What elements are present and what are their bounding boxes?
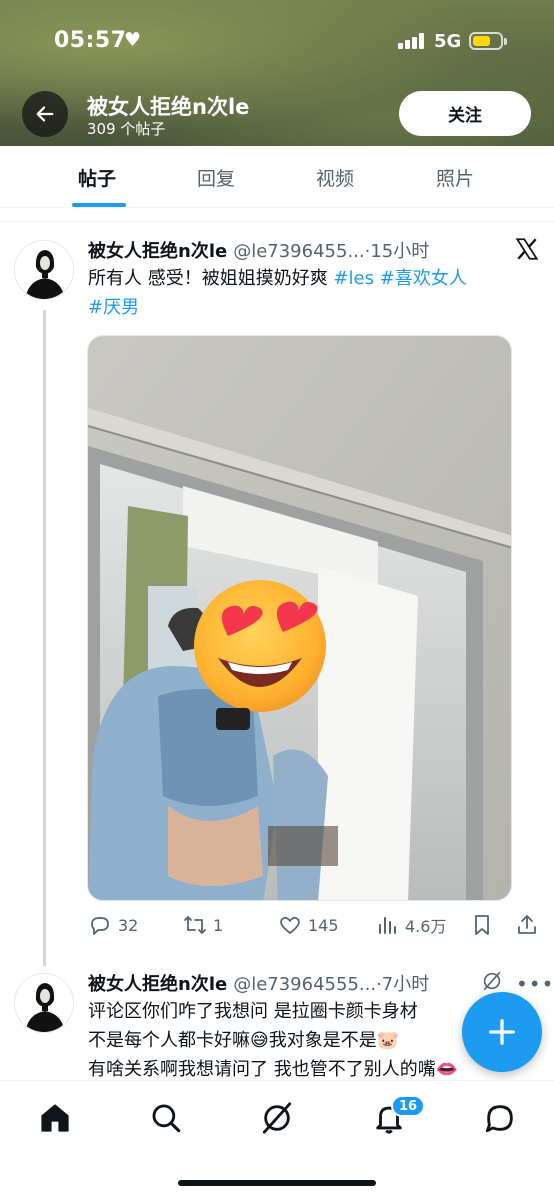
like-count: 145 <box>308 915 339 935</box>
compose-button[interactable] <box>462 992 542 1072</box>
post-handle[interactable]: @le73964555... <box>233 974 376 995</box>
post-image[interactable] <box>87 335 512 901</box>
follow-button[interactable]: 关注 <box>399 91 531 136</box>
network-type: 5G <box>434 31 462 52</box>
post-body: 所有人 感受！被姐姐摸奶好爽 #les #喜欢女人 #厌男 <box>88 264 533 322</box>
reply-count: 32 <box>118 915 139 935</box>
post-action-bar: 32 1 145 4.6万 <box>0 905 554 945</box>
post-time[interactable]: ·15小时 <box>365 241 430 262</box>
active-tab-indicator <box>72 203 126 207</box>
post-author[interactable]: 被女人拒绝n次le <box>88 974 227 995</box>
repost-button[interactable]: 1 <box>183 913 223 937</box>
repost-count: 1 <box>213 915 224 935</box>
tab-videos[interactable]: 视频 <box>316 164 354 191</box>
nav-grok[interactable] <box>260 1101 294 1135</box>
post-handle[interactable]: @le7396455... <box>233 241 364 262</box>
share-icon <box>518 915 536 934</box>
home-indicator[interactable] <box>178 1180 376 1186</box>
post-text-line: 不是每个人都卡好嘛😅我对象是不是🐷 <box>88 1030 400 1051</box>
section-divider <box>0 208 554 222</box>
tab-replies[interactable]: 回复 <box>197 164 235 191</box>
analytics-icon <box>379 917 396 934</box>
bookmark-icon <box>475 915 489 935</box>
nav-messages[interactable] <box>483 1101 517 1135</box>
more-options-icon[interactable]: ••• <box>516 972 554 996</box>
tab-photos[interactable]: 照片 <box>436 164 474 191</box>
status-time: 05:57 <box>54 28 127 53</box>
hashtag-link[interactable]: #les <box>333 268 374 289</box>
avatar[interactable] <box>14 240 74 300</box>
notification-badge: 16 <box>391 1095 426 1117</box>
profile-tabs: 帖子 回复 视频 照片 <box>0 146 554 208</box>
post-body: 评论区你们咋了我想问 是拉圈卡颜卡身材 不是每个人都卡好嘛😅我对象是不是🐷 有啥… <box>88 997 518 1084</box>
battery-icon <box>469 32 507 50</box>
hashtag-link[interactable]: #厌男 <box>88 297 139 318</box>
heart-icon: ♥ <box>124 29 142 51</box>
avatar[interactable] <box>14 973 74 1033</box>
profile-name: 被女人拒绝n次le <box>87 95 250 119</box>
share-button[interactable] <box>515 913 545 937</box>
message-icon <box>485 1105 513 1133</box>
thread-connector <box>43 310 46 966</box>
status-bar: 05:57 ♥ 5G <box>0 0 554 84</box>
plus-icon <box>489 1019 515 1045</box>
mirror-selfie-photo <box>88 336 511 900</box>
nav-home[interactable] <box>38 1101 72 1135</box>
x-logo-icon[interactable] <box>514 236 540 262</box>
post-text: 所有人 感受！被姐姐摸奶好爽 <box>88 268 334 289</box>
like-button[interactable]: 145 <box>278 913 339 937</box>
arrow-left-icon <box>36 106 54 122</box>
tab-posts[interactable]: 帖子 <box>78 164 116 191</box>
post-count: 309 个帖子 <box>87 120 166 138</box>
post-time[interactable]: ·7小时 <box>376 974 429 995</box>
back-button[interactable] <box>22 91 68 137</box>
home-icon <box>41 1104 69 1132</box>
nav-search[interactable] <box>149 1101 183 1135</box>
grok-icon[interactable] <box>481 970 503 992</box>
heart-outline-icon <box>280 916 300 934</box>
grok-icon <box>262 1102 292 1134</box>
reply-button[interactable]: 32 <box>88 913 138 937</box>
view-count: 4.6万 <box>405 917 447 936</box>
bookmark-button[interactable] <box>470 913 500 937</box>
search-icon <box>152 1104 181 1133</box>
post-text-line: 评论区你们咋了我想问 是拉圈卡颜卡身材 <box>88 1001 418 1022</box>
signal-icon <box>398 33 426 49</box>
post-header: 被女人拒绝n次le @le73964555...·7小时 <box>88 970 429 996</box>
reply-icon <box>91 917 109 935</box>
post-author[interactable]: 被女人拒绝n次le <box>88 241 227 262</box>
repost-icon <box>184 916 206 934</box>
hashtag-link[interactable]: #喜欢女人 <box>380 268 467 289</box>
post-header: 被女人拒绝n次le @le7396455...·15小时 <box>88 237 429 263</box>
views-button[interactable]: 4.6万 <box>375 913 446 937</box>
